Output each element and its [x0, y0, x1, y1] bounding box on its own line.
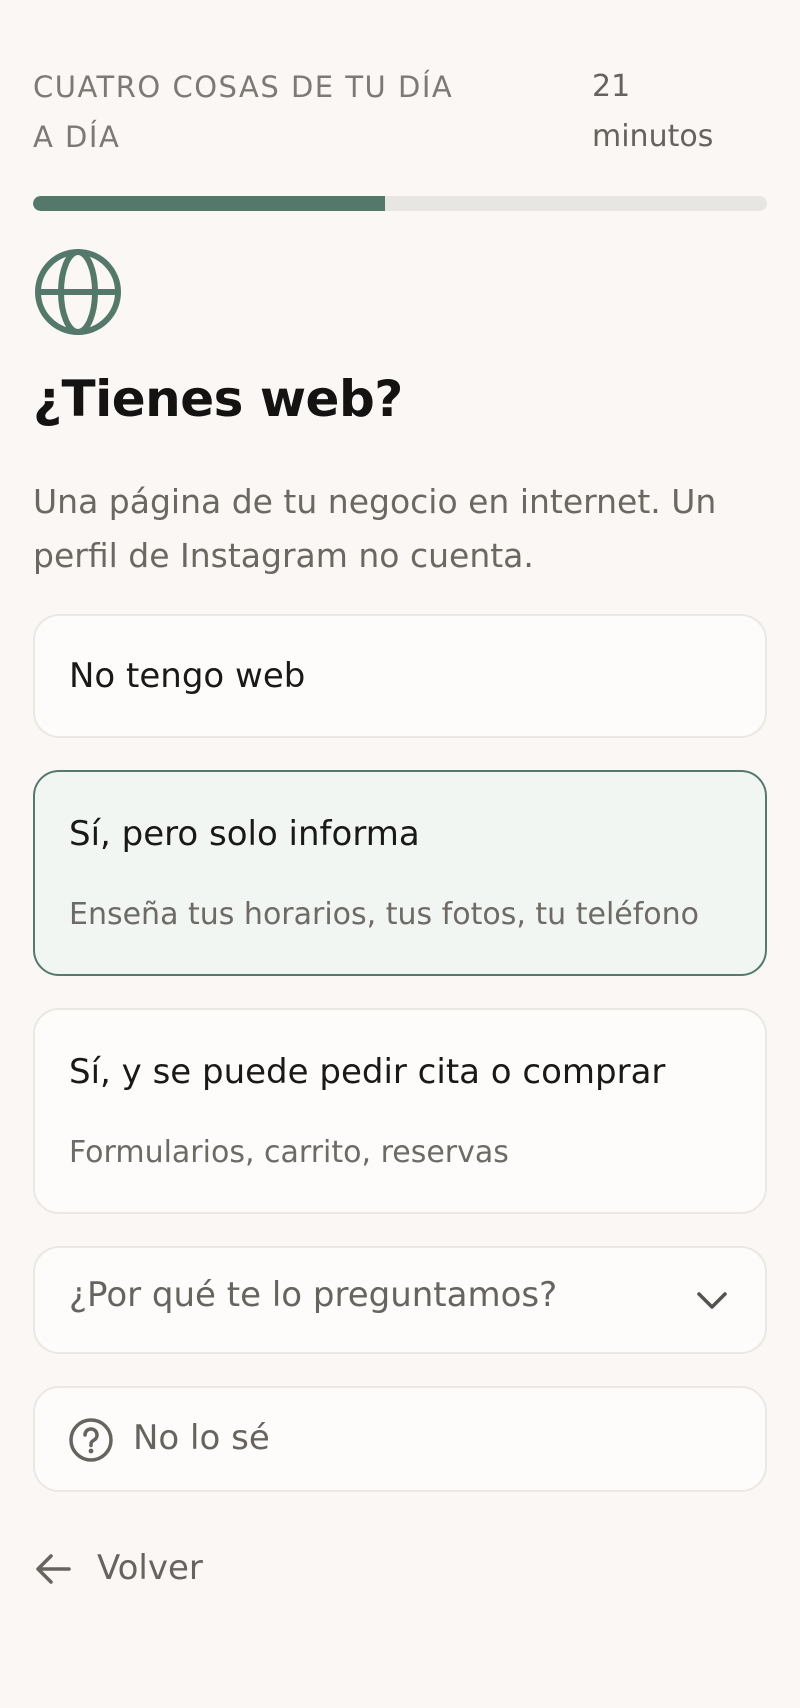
option-label: Sí, y se puede pedir cita o comprar — [69, 1052, 666, 1092]
arrow-left-icon — [36, 1554, 71, 1584]
option-no-web[interactable]: No tengo web — [33, 614, 767, 738]
option-booking-or-shop[interactable]: Sí, y se puede pedir cita o comprar Form… — [33, 1008, 767, 1214]
question-title: ¿Tienes web? — [33, 370, 403, 428]
dont-know-label: No lo sé — [133, 1418, 270, 1458]
option-sublabel: Formularios, carrito, reservas — [69, 1135, 509, 1170]
progress-fill — [33, 196, 386, 211]
time-value: 21 — [592, 69, 631, 104]
time-estimate: 21 minutos — [592, 62, 752, 162]
why-we-ask-toggle[interactable]: ¿Por qué te lo preguntamos? — [33, 1246, 767, 1354]
chevron-down-icon — [697, 1292, 727, 1309]
back-label: Volver — [97, 1548, 203, 1588]
option-info-only[interactable]: Sí, pero solo informa Enseña tus horario… — [33, 770, 767, 976]
header: CUATRO COSAS DE TU DÍA A DÍA 21 minutos — [33, 62, 767, 162]
section-title: CUATRO COSAS DE TU DÍA A DÍA — [33, 70, 454, 154]
globe-icon — [35, 249, 121, 335]
option-label: Sí, pero solo informa — [69, 814, 420, 854]
progress-bar — [33, 196, 767, 211]
time-unit: minutos — [592, 119, 714, 154]
option-sublabel: Enseña tus horarios, tus fotos, tu teléf… — [69, 897, 700, 932]
question-description: Una página de tu negocio en internet. Un… — [33, 482, 717, 575]
option-label: No tengo web — [69, 656, 306, 696]
why-we-ask-label: ¿Por qué te lo preguntamos? — [69, 1275, 558, 1315]
dont-know-button[interactable]: No lo sé — [33, 1386, 767, 1492]
question-circle-icon — [69, 1418, 113, 1462]
back-button[interactable]: Volver — [33, 1542, 233, 1596]
